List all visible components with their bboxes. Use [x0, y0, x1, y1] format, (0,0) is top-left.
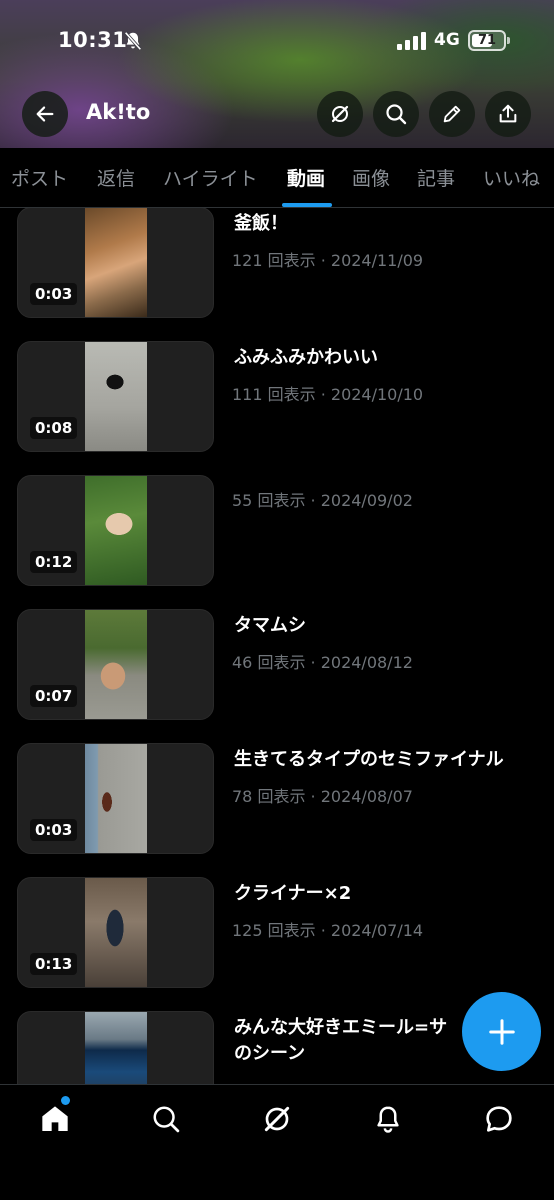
video-meta: 111 回表示 · 2024/10/10 [232, 385, 424, 404]
status-bar: 10:31 4G 71 [0, 0, 554, 84]
nav-explore[interactable] [148, 1101, 184, 1137]
video-title: 生きてるタイプのセミファイナル [234, 749, 504, 770]
nav-notifications[interactable] [370, 1101, 406, 1137]
video-item[interactable]: 0:08 ふみふみかわいい 111 回表示 · 2024/10/10 [0, 341, 554, 475]
compose-button[interactable] [462, 992, 541, 1071]
video-item[interactable]: 0:07 タマムシ 46 回表示 · 2024/08/12 [0, 609, 554, 743]
bottom-nav [0, 1084, 554, 1200]
video-item[interactable]: 0:13 クライナー×2 125 回表示 · 2024/07/14 [0, 877, 554, 1011]
video-thumbnail[interactable]: 0:03 [17, 208, 214, 318]
video-title: 釜飯！ [234, 213, 288, 234]
nav-home[interactable] [37, 1096, 73, 1137]
grok-icon [264, 1106, 290, 1132]
pencil-icon [443, 105, 461, 123]
profile-nav-bar: Ak!to [0, 88, 554, 140]
video-item[interactable]: 0:03 釜飯！ 121 回表示 · 2024/11/09 [0, 208, 554, 341]
video-title-line2: のシーン [234, 1043, 306, 1064]
network-type: 4G [434, 30, 460, 50]
video-thumbnail[interactable]: 0:07 [17, 609, 214, 720]
video-thumbnail[interactable] [17, 1011, 214, 1084]
video-thumbnail-image [85, 1012, 147, 1084]
tab-images[interactable]: 画像 [352, 164, 390, 191]
video-item[interactable]: 0:03 生きてるタイプのセミファイナル 78 回表示 · 2024/08/07 [0, 743, 554, 877]
video-item[interactable]: 0:12 55 回表示 · 2024/09/02 [0, 475, 554, 609]
grok-icon [331, 105, 349, 123]
video-meta: 125 回表示 · 2024/07/14 [232, 921, 424, 940]
video-thumbnail-image [85, 878, 147, 987]
video-thumbnail-image [85, 610, 147, 719]
battery-cap [507, 37, 510, 44]
search-icon [386, 104, 407, 125]
profile-name: Ak!to [86, 100, 151, 124]
video-title: タマムシ [234, 615, 306, 636]
active-tab-indicator [282, 203, 332, 207]
bell-icon [377, 1106, 399, 1133]
search-button[interactable] [373, 91, 419, 137]
bell-off-icon [124, 31, 142, 51]
video-thumbnail[interactable]: 0:08 [17, 341, 214, 452]
grok-button[interactable] [317, 91, 363, 137]
nav-grok[interactable] [259, 1101, 295, 1137]
tab-articles[interactable]: 記事 [417, 164, 455, 191]
share-button[interactable] [485, 91, 531, 137]
arrow-left-icon [36, 106, 54, 122]
video-list: 0:03 釜飯！ 121 回表示 · 2024/11/09 0:08 ふみふみか… [0, 208, 554, 1084]
video-thumbnail[interactable]: 0:12 [17, 475, 214, 586]
tab-posts[interactable]: ポスト [11, 164, 68, 191]
video-title: みんな大好きエミール=サ [234, 1017, 448, 1038]
video-meta: 78 回表示 · 2024/08/07 [232, 787, 413, 806]
video-thumbnail[interactable]: 0:03 [17, 743, 214, 854]
nav-messages[interactable] [481, 1101, 517, 1137]
tab-replies[interactable]: 返信 [97, 164, 135, 191]
video-thumbnail-image [85, 208, 147, 317]
profile-tabs: ポスト 返信 ハイライト 動画 画像 記事 いいね [0, 148, 554, 208]
notification-dot [61, 1096, 70, 1105]
video-duration: 0:07 [30, 685, 78, 707]
share-icon [499, 104, 517, 123]
edit-button[interactable] [429, 91, 475, 137]
video-duration: 0:03 [30, 283, 78, 305]
tab-highlights[interactable]: ハイライト [163, 164, 258, 191]
video-meta: 46 回表示 · 2024/08/12 [232, 653, 413, 672]
battery-icon: 71 [468, 30, 506, 51]
video-duration: 0:08 [30, 417, 78, 439]
video-title: クライナー×2 [234, 883, 352, 904]
video-meta: 55 回表示 · 2024/09/02 [232, 491, 413, 510]
plus-icon [488, 1018, 515, 1045]
video-title: ふみふみかわいい [234, 347, 378, 368]
signal-icon [397, 32, 426, 50]
chat-bubble-icon [486, 1106, 512, 1132]
video-thumbnail-image [85, 342, 147, 451]
video-thumbnail-image [85, 476, 147, 585]
video-thumbnail-image [85, 744, 147, 853]
back-button[interactable] [22, 91, 68, 137]
video-duration: 0:12 [30, 551, 78, 573]
tab-videos[interactable]: 動画 [287, 164, 325, 191]
profile-header: 10:31 4G 71 Ak!to [0, 0, 554, 148]
home-icon [42, 1106, 68, 1131]
video-duration: 0:03 [30, 819, 78, 841]
video-thumbnail[interactable]: 0:13 [17, 877, 214, 988]
status-time: 10:31 [58, 28, 128, 52]
video-meta: 121 回表示 · 2024/11/09 [232, 251, 424, 270]
tab-likes[interactable]: いいね [483, 164, 540, 191]
search-icon [153, 1106, 180, 1133]
video-duration: 0:13 [30, 953, 78, 975]
battery-level: 71 [477, 33, 497, 48]
